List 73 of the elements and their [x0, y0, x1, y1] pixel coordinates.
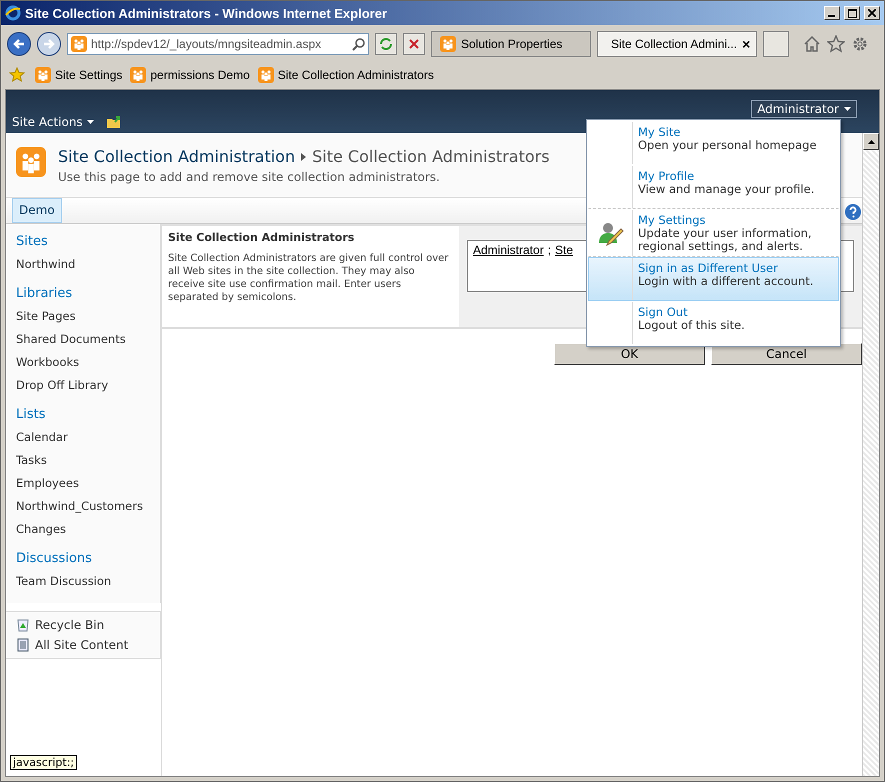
quick-launch-heading[interactable]: Lists — [6, 405, 160, 426]
site-content-link[interactable]: All Site Content — [16, 638, 150, 652]
site-icon — [440, 36, 456, 52]
breadcrumb-link[interactable]: Site Collection Administration — [58, 147, 296, 166]
scroll-up-icon[interactable] — [868, 140, 874, 144]
caret-icon — [844, 107, 851, 111]
favorites-star-icon[interactable] — [9, 67, 27, 83]
help-icon[interactable] — [845, 204, 861, 220]
forward-button[interactable] — [37, 32, 61, 56]
close-icon — [868, 9, 876, 17]
refresh-icon — [379, 37, 393, 51]
refresh-button[interactable] — [375, 33, 397, 55]
site-icon — [130, 67, 146, 83]
site-actions-menu[interactable]: Site Actions — [12, 115, 94, 129]
quick-launch-link[interactable]: Shared Documents — [6, 328, 160, 351]
recycle-bin-icon — [16, 618, 30, 632]
quick-launch-link[interactable]: Workbooks — [6, 351, 160, 374]
site-icon — [258, 67, 274, 83]
forward-arrow-icon — [43, 38, 55, 50]
star-icon[interactable] — [827, 35, 845, 53]
menu-item[interactable]: My Site Open your personal homepage — [588, 121, 839, 165]
browser-logo-icon — [5, 5, 21, 21]
quick-launch-link[interactable]: Northwind — [6, 253, 160, 276]
recycle-bin-link[interactable]: Recycle Bin — [16, 618, 150, 632]
menu-item[interactable]: My Profile View and manage your profile. — [588, 165, 839, 209]
menu-item[interactable]: Sign in as Different User Login with a different account. — [588, 257, 839, 302]
section-title: Site Collection Administrators — [168, 231, 356, 244]
page-description: Use this page to add and remove site collection administrators. — [58, 170, 441, 184]
browser-tab[interactable]: Solution Properties — [431, 31, 591, 57]
quick-launch-heading[interactable]: Discussions — [6, 549, 160, 570]
favorite-link[interactable]: permissions Demo — [130, 67, 250, 83]
browser-tab[interactable]: Site Collection Admini... × — [597, 31, 757, 57]
breadcrumb-arrow-icon — [301, 152, 306, 160]
quick-launch-link[interactable]: Tasks — [6, 449, 160, 472]
stop-icon — [408, 38, 420, 50]
section-description: Site Collection Administrators are given full control over all Web sites in the site collection. They may also receive site use confirmation mail. Enter users separated by semicolons. — [168, 252, 450, 304]
home-icon[interactable] — [803, 35, 821, 53]
top-nav-tab[interactable]: Demo — [12, 198, 62, 223]
settings-icon[interactable] — [851, 35, 869, 53]
maximize-button[interactable] — [844, 6, 860, 20]
quick-launch-link[interactable]: Calendar — [6, 426, 160, 449]
quick-launch-heading[interactable]: Libraries — [6, 284, 160, 305]
separator-text: ; — [548, 243, 552, 259]
window-title: Site Collection Administrators - Windows Internet Explorer — [25, 6, 388, 20]
back-arrow-icon — [13, 38, 25, 50]
search-icon — [352, 38, 365, 50]
favorite-link[interactable]: Site Collection Administrators — [258, 67, 434, 83]
user-menu-button[interactable]: Administrator — [751, 100, 857, 118]
menu-item[interactable]: Sign Out Logout of this site. — [588, 301, 839, 346]
maximize-icon — [848, 8, 856, 18]
site-icon — [71, 36, 87, 52]
quick-launch-link[interactable]: Employees — [6, 472, 160, 495]
document-icon — [16, 638, 30, 652]
quick-launch-heading[interactable]: Sites — [6, 232, 160, 253]
favorite-link[interactable]: Site Settings — [35, 67, 122, 83]
address-field[interactable]: http://spdev12/_layouts/mngsiteadmin.aspx — [67, 33, 369, 55]
stop-button[interactable] — [403, 33, 425, 55]
close-button[interactable] — [864, 6, 880, 20]
site-icon — [16, 147, 46, 177]
back-button[interactable] — [7, 32, 31, 56]
quick-launch-link[interactable]: Drop Off Library — [6, 374, 160, 397]
quick-launch-link[interactable]: Changes — [6, 518, 160, 541]
quick-launch-link[interactable]: Team Discussion — [6, 570, 160, 593]
site-icon — [35, 67, 51, 83]
caret-icon — [86, 120, 94, 124]
user-name: Ste — [555, 243, 574, 259]
status-tooltip: javascript:; — [10, 755, 78, 770]
quick-launch-link[interactable]: Site Pages — [6, 305, 160, 328]
user-name: Administrator — [473, 243, 544, 259]
new-tab-button[interactable] — [763, 31, 789, 57]
minimize-button[interactable] — [824, 6, 840, 20]
page-title: Site Collection Administrators — [312, 147, 550, 166]
quick-launch-link[interactable]: Northwind_Customers — [6, 495, 160, 518]
